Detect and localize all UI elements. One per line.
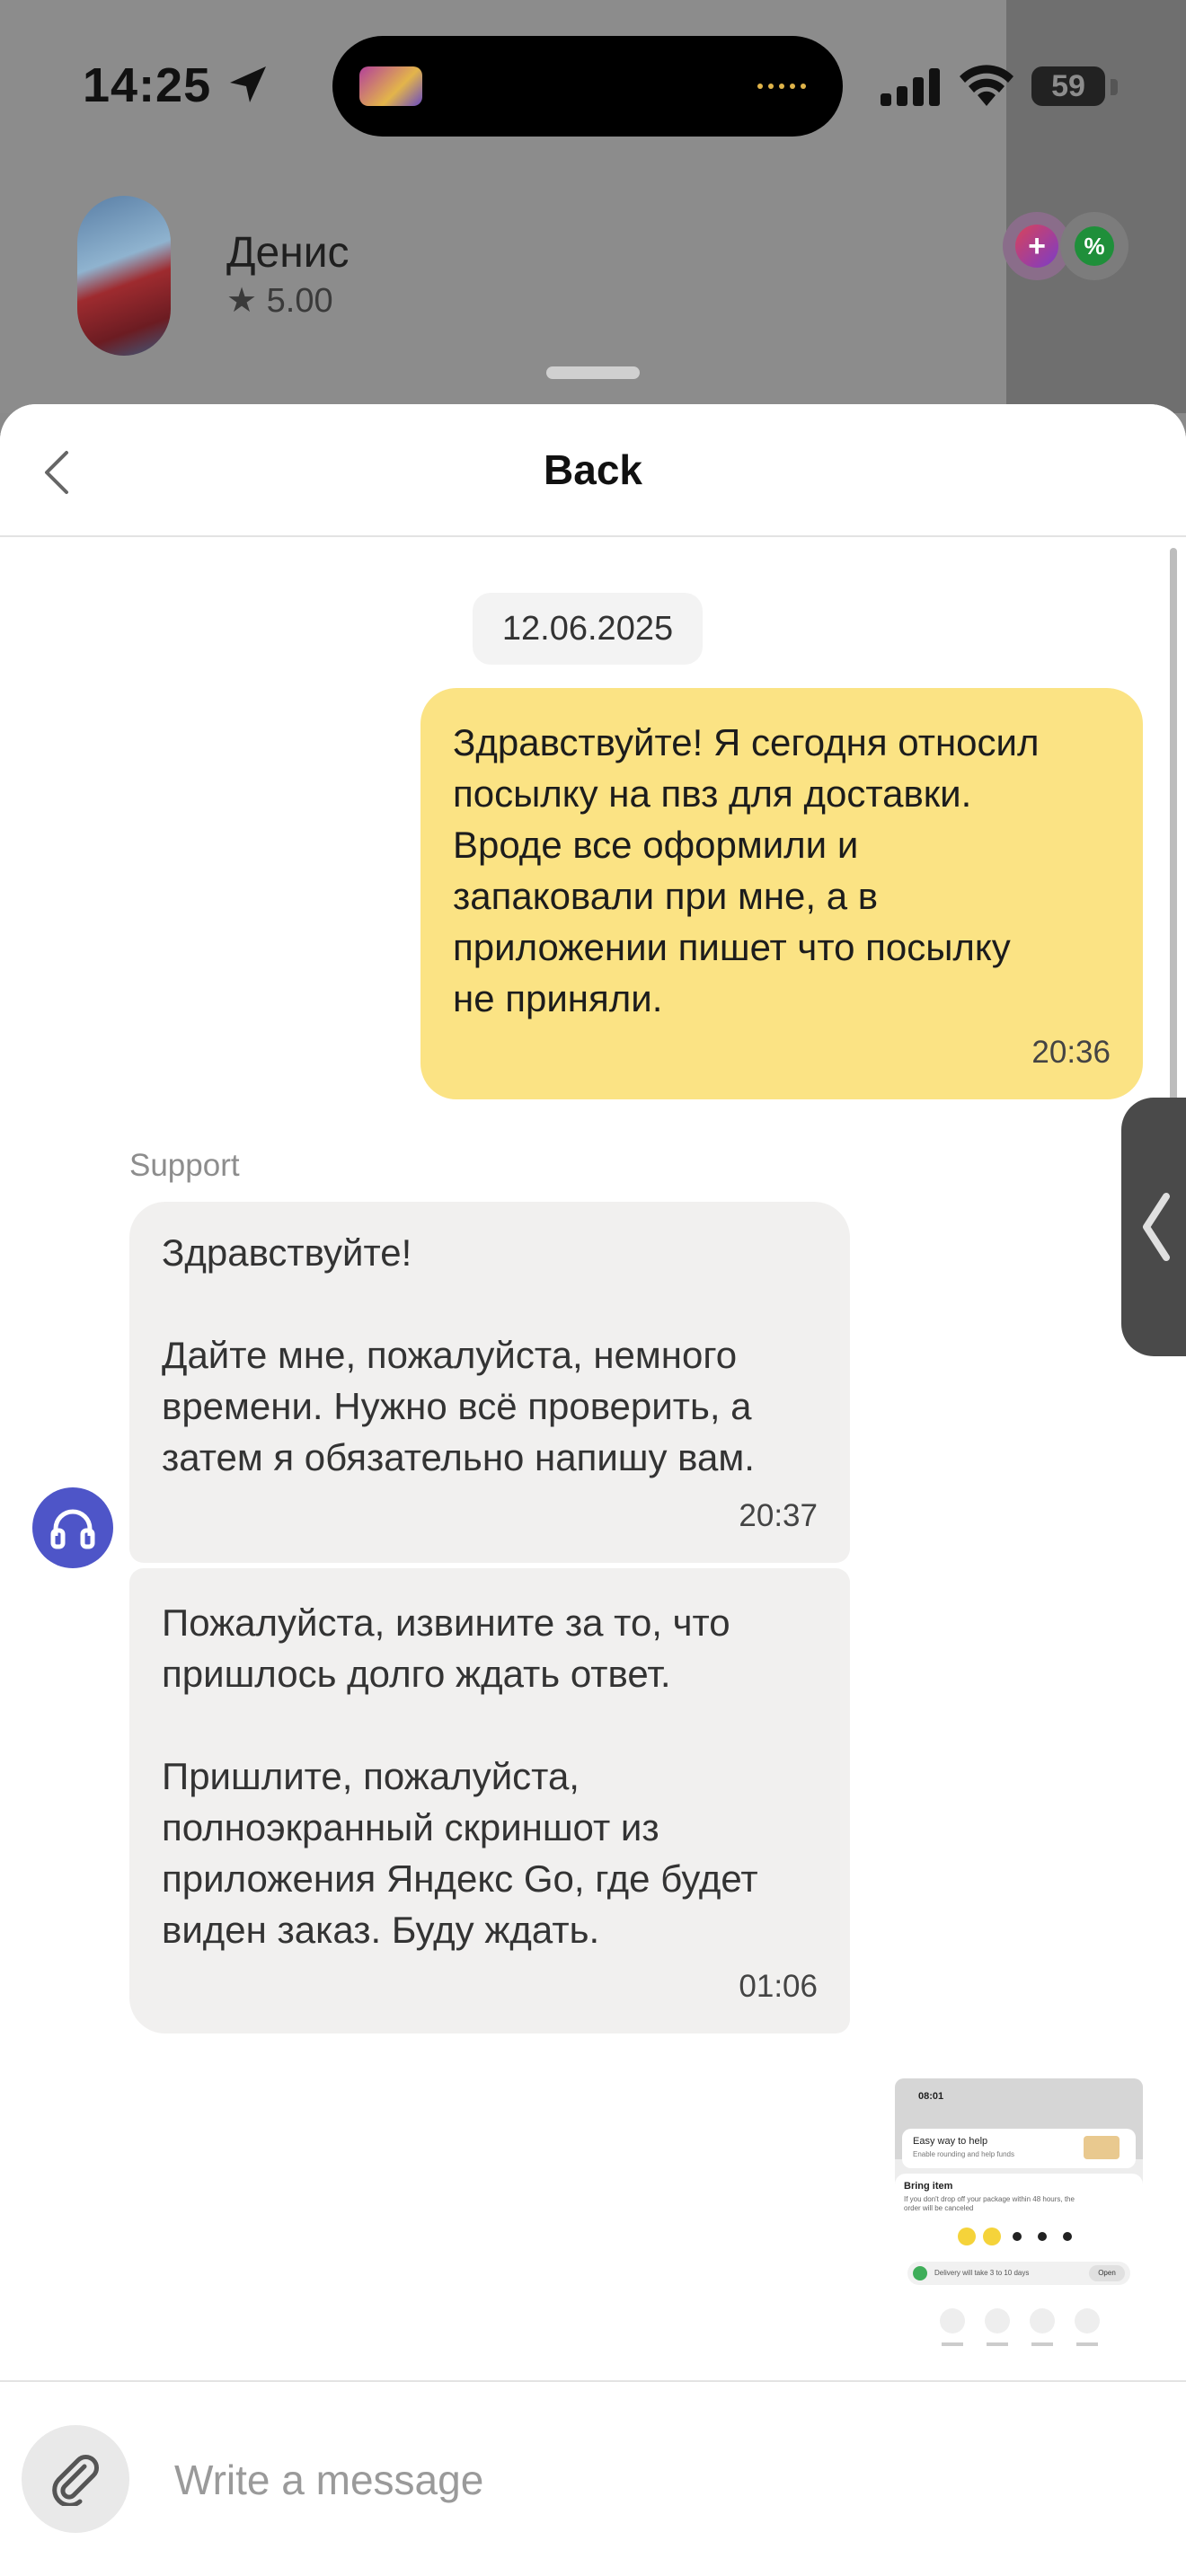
thumb-action-icons — [940, 2308, 1100, 2346]
incoming-message[interactable]: Здравствуйте! Дайте мне, пожалуйста, нем… — [129, 1202, 850, 1563]
location-arrow-icon — [230, 66, 266, 102]
incoming-message[interactable]: Пожалуйста, извините за то, что пришлось… — [129, 1568, 850, 2033]
driver-name: Денис — [226, 229, 350, 277]
chat-sheet: Back 12.06.2025 Здравствуйте! Я сегодня … — [0, 404, 1186, 2576]
chevron-left-icon — [1143, 1193, 1170, 1261]
thumb-card: Easy way to help Enable rounding and hel… — [902, 2129, 1136, 2168]
box-icon — [1084, 2136, 1120, 2159]
battery-indicator: 59 — [1031, 66, 1105, 106]
audio-waveform-icon — [757, 84, 806, 89]
message-text: Пожалуйста, извините за то, что пришлось… — [162, 1601, 758, 1951]
sender-label: Support — [129, 1148, 240, 1183]
message-input[interactable] — [173, 2447, 1075, 2513]
scrollbar[interactable] — [1170, 548, 1177, 1186]
status-time: 14:25 — [83, 58, 212, 112]
plus-icon: + — [1015, 225, 1058, 268]
thumb-order-subtitle: If you don't drop off your package withi… — [904, 2195, 1075, 2212]
discount-promo-button[interactable]: % — [1060, 212, 1128, 280]
message-time: 20:37 — [739, 1498, 818, 1533]
driver-avatar[interactable] — [77, 196, 171, 356]
status-dot-icon — [913, 2266, 927, 2280]
driver-rating: ★ 5.00 — [226, 282, 333, 320]
message-time: 01:06 — [739, 1969, 818, 2004]
thumb-card-subtitle: Enable rounding and help funds — [913, 2150, 1014, 2158]
date-separator: 12.06.2025 — [473, 593, 703, 665]
delivery-options-icon — [958, 2228, 1072, 2245]
now-playing-artwork — [359, 66, 422, 106]
percent-icon: % — [1075, 226, 1114, 266]
outgoing-message[interactable]: Здравствуйте! Я сегодня относил посылку … — [420, 688, 1143, 1099]
headphones-icon — [50, 1509, 95, 1549]
battery-cap — [1111, 79, 1118, 95]
dynamic-island — [332, 36, 843, 137]
message-text: Здравствуйте! Я сегодня относил посылку … — [453, 721, 1040, 1019]
back-button[interactable]: Back — [0, 446, 1186, 494]
message-time: 20:36 — [1031, 1035, 1111, 1070]
thumb-delivery-text: Delivery will take 3 to 10 days — [934, 2269, 1030, 2277]
thumb-delivery-row: Delivery will take 3 to 10 days Open — [907, 2262, 1130, 2285]
wifi-icon — [960, 65, 1013, 106]
thumb-open-button: Open — [1089, 2265, 1125, 2281]
side-panel-handle[interactable] — [1121, 1098, 1186, 1356]
thumb-card-title: Easy way to help — [913, 2136, 988, 2147]
support-avatar — [32, 1487, 113, 1568]
message-text: Здравствуйте! Дайте мне, пожалуйста, нем… — [162, 1231, 755, 1478]
sheet-grabber[interactable] — [546, 366, 640, 379]
thumb-order-card: Bring item If you don't drop off your pa… — [895, 2174, 1143, 2384]
chat-header: Back — [0, 404, 1186, 537]
thumb-time: 08:01 — [918, 2091, 944, 2102]
cellular-signal-icon — [881, 68, 940, 106]
thumb-order-title: Bring item — [904, 2181, 953, 2192]
paperclip-icon — [52, 2455, 99, 2506]
status-bar: 14:25 59 — [0, 0, 1186, 171]
message-composer — [0, 2380, 1186, 2576]
attach-button[interactable] — [22, 2425, 129, 2533]
attachment-screenshot[interactable]: 08:01 Easy way to help Enable rounding a… — [895, 2078, 1143, 2384]
